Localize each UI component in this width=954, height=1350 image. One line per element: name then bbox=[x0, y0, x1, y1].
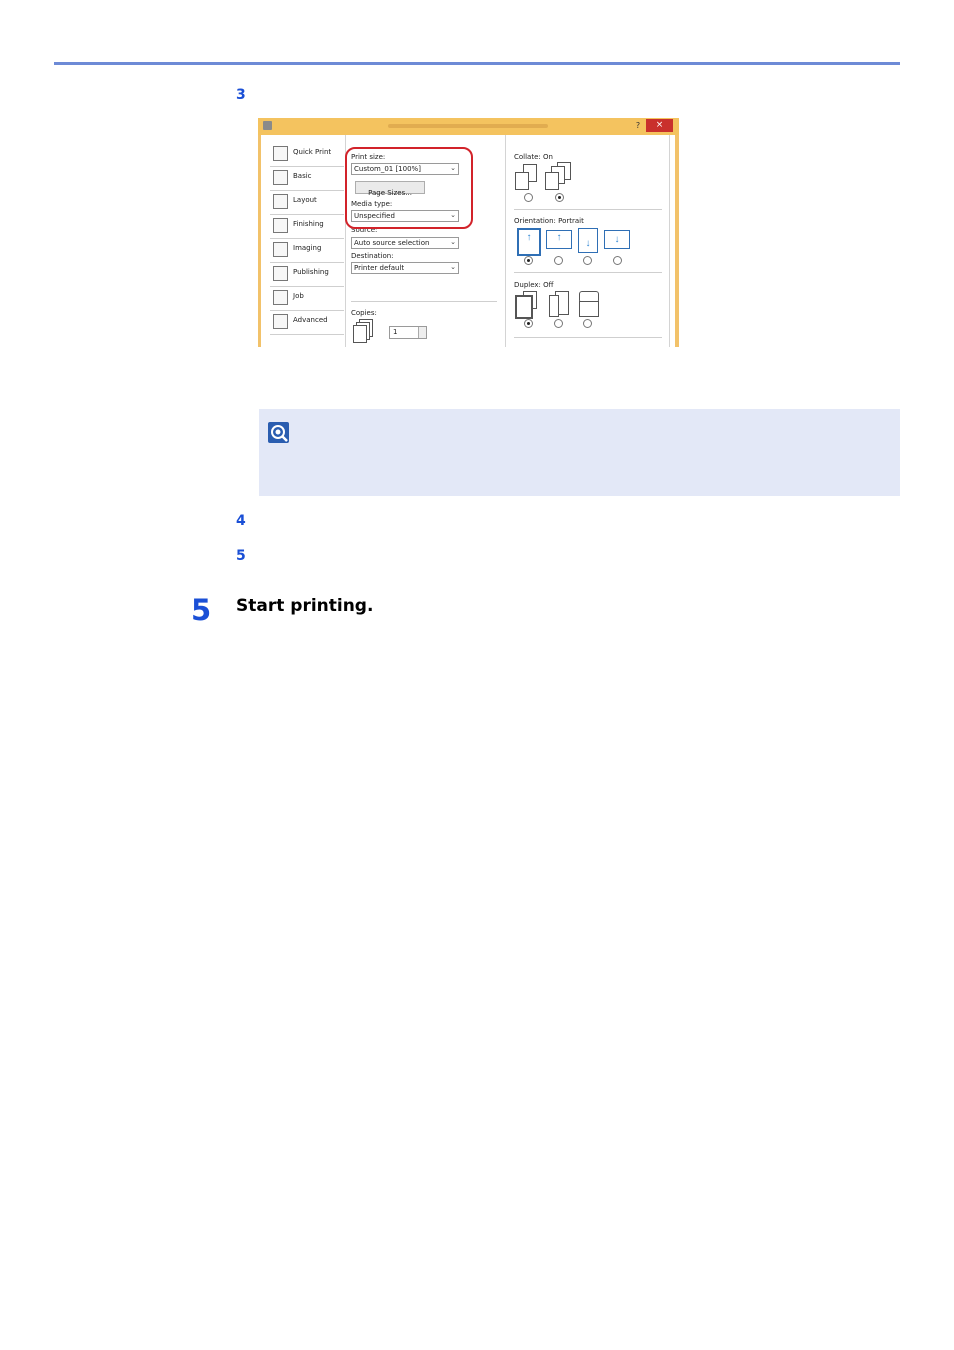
duplex-short-edge-radio[interactable] bbox=[583, 319, 592, 328]
advanced-icon bbox=[273, 314, 288, 329]
nav-label: Quick Print bbox=[293, 148, 332, 156]
dialog-titlebar: ? × bbox=[258, 118, 679, 135]
substep-number-5: 5 bbox=[236, 548, 246, 564]
step-heading: Start printing. bbox=[236, 596, 374, 616]
help-button[interactable]: ? bbox=[632, 119, 644, 132]
nav-label: Job bbox=[293, 292, 304, 300]
copies-label: Copies: bbox=[351, 309, 377, 317]
close-button[interactable]: × bbox=[646, 119, 673, 132]
nav-label: Basic bbox=[293, 172, 312, 180]
nav-label: Imaging bbox=[293, 244, 322, 252]
copies-value: 1 bbox=[393, 328, 398, 336]
rotated-landscape-icon[interactable]: ↓ bbox=[604, 230, 630, 249]
nav-label: Layout bbox=[293, 196, 317, 204]
copies-icon bbox=[353, 319, 373, 345]
destination-label: Destination: bbox=[351, 252, 394, 260]
source-select[interactable]: Auto source selection ⌄ bbox=[351, 237, 459, 249]
printer-icon bbox=[263, 121, 272, 130]
highlight-box bbox=[345, 147, 473, 229]
collate-on-radio[interactable] bbox=[555, 193, 564, 202]
collate-label: Collate: On bbox=[514, 153, 553, 161]
rotated-portrait-icon[interactable]: ↓ bbox=[578, 228, 598, 253]
note-box bbox=[259, 409, 900, 496]
nav-item-quick-print[interactable]: Quick Print bbox=[270, 143, 344, 167]
finishing-icon bbox=[273, 218, 288, 233]
source-value: Auto source selection bbox=[354, 239, 430, 247]
landscape-icon[interactable]: ↑ bbox=[546, 230, 572, 249]
nav-item-imaging[interactable]: Imaging bbox=[270, 239, 344, 263]
nav-item-finishing[interactable]: Finishing bbox=[270, 215, 344, 239]
job-icon bbox=[273, 290, 288, 305]
copies-divider bbox=[351, 301, 497, 302]
collate-divider bbox=[514, 209, 662, 210]
column-divider bbox=[505, 135, 506, 347]
step-number-5: 5 bbox=[191, 593, 212, 627]
substep-number-3: 3 bbox=[236, 87, 246, 103]
nav-item-job[interactable]: Job bbox=[270, 287, 344, 311]
portrait-radio[interactable] bbox=[524, 256, 533, 265]
collate-on-icon[interactable] bbox=[545, 162, 575, 190]
orientation-label: Orientation: Portrait bbox=[514, 217, 584, 225]
portrait-icon[interactable]: ↑ bbox=[517, 228, 541, 256]
quick-print-icon bbox=[273, 146, 288, 161]
nav-label: Finishing bbox=[293, 220, 324, 228]
substep-number-4: 4 bbox=[236, 513, 246, 529]
duplex-off-radio[interactable] bbox=[524, 319, 533, 328]
duplex-long-edge-radio[interactable] bbox=[554, 319, 563, 328]
layout-icon bbox=[273, 194, 288, 209]
publishing-icon bbox=[273, 266, 288, 281]
rotated-landscape-radio[interactable] bbox=[613, 256, 622, 265]
orientation-divider bbox=[514, 272, 662, 273]
nav-item-layout[interactable]: Layout bbox=[270, 191, 344, 215]
duplex-short-edge-icon[interactable] bbox=[575, 291, 601, 317]
dialog-title-blurred bbox=[388, 124, 548, 128]
nav-label: Advanced bbox=[293, 316, 328, 324]
chevron-down-icon: ⌄ bbox=[450, 264, 456, 271]
duplex-off-icon[interactable] bbox=[515, 291, 541, 319]
destination-select[interactable]: Printer default ⌄ bbox=[351, 262, 459, 274]
collate-off-icon[interactable] bbox=[515, 164, 541, 190]
basic-icon bbox=[273, 170, 288, 185]
nav-item-publishing[interactable]: Publishing bbox=[270, 263, 344, 287]
nav-item-advanced[interactable]: Advanced bbox=[270, 311, 344, 335]
imaging-icon bbox=[273, 242, 288, 257]
right-edge-divider bbox=[669, 135, 670, 347]
header-rule bbox=[54, 62, 900, 65]
nav-item-basic[interactable]: Basic bbox=[270, 167, 344, 191]
duplex-divider bbox=[514, 337, 662, 338]
copies-stepper[interactable]: 1 bbox=[389, 326, 427, 339]
landscape-radio[interactable] bbox=[554, 256, 563, 265]
destination-value: Printer default bbox=[354, 264, 405, 272]
collate-off-radio[interactable] bbox=[524, 193, 533, 202]
nav-label: Publishing bbox=[293, 268, 329, 276]
rotated-portrait-radio[interactable] bbox=[583, 256, 592, 265]
duplex-long-edge-icon[interactable] bbox=[547, 291, 571, 317]
duplex-label: Duplex: Off bbox=[514, 281, 554, 289]
note-icon bbox=[268, 422, 289, 443]
stepper-arrows-icon[interactable] bbox=[418, 327, 426, 338]
chevron-down-icon: ⌄ bbox=[450, 239, 456, 246]
